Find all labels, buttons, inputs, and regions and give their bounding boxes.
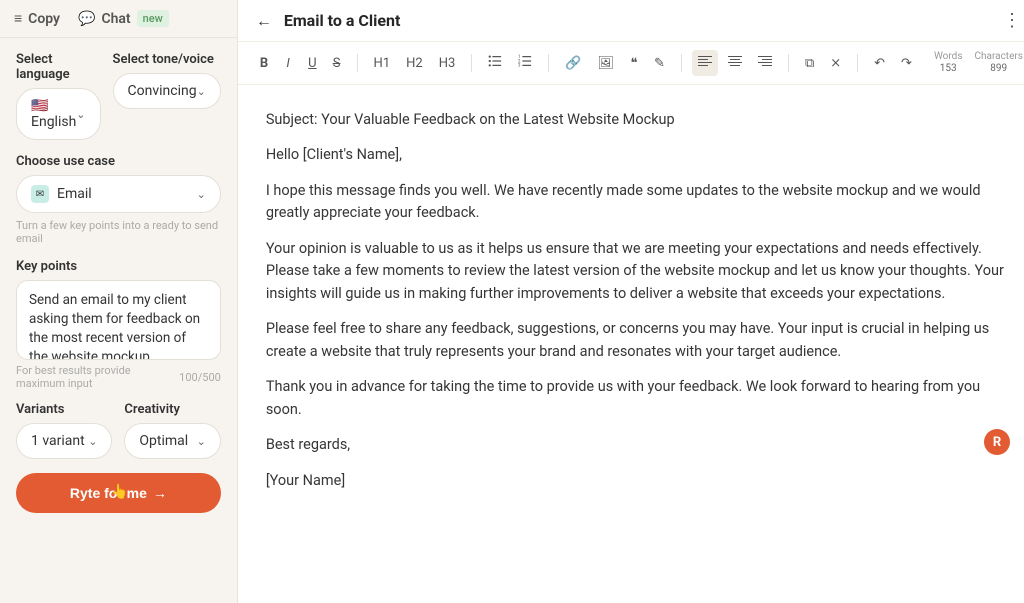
creativity-label: Creativity: [124, 402, 220, 417]
align-right-icon: [758, 54, 772, 68]
separator: [357, 54, 358, 72]
char-counter: Characters 899: [974, 51, 1022, 75]
link-button[interactable]: 🔗: [559, 52, 587, 75]
align-center-button[interactable]: [722, 50, 748, 76]
arrow-right-icon: →: [153, 485, 167, 501]
bold-button[interactable]: B: [254, 52, 274, 75]
bullet-list-button[interactable]: [482, 50, 508, 76]
code-block-button[interactable]: ⧉: [799, 52, 820, 75]
form-area: Select language 🇺🇸English ⌄ Select tone/…: [0, 38, 237, 603]
new-badge: new: [137, 10, 169, 27]
menu-icon: ≡: [14, 10, 22, 27]
ordered-list-button[interactable]: 123: [512, 50, 538, 76]
h1-button[interactable]: H1: [368, 52, 397, 75]
language-select[interactable]: 🇺🇸English ⌄: [16, 88, 101, 140]
words-label: Words: [934, 51, 963, 63]
bullet-list-icon: [488, 54, 502, 68]
h3-button[interactable]: H3: [433, 52, 462, 75]
tone-select[interactable]: Convincing ⌄: [113, 73, 221, 109]
editor-content[interactable]: Subject: Your Valuable Feedback on the L…: [238, 85, 1024, 603]
highlight-button[interactable]: ✎: [648, 52, 671, 75]
redo-button[interactable]: ↷: [895, 52, 918, 75]
chars-value: 899: [990, 63, 1007, 75]
paragraph: Subject: Your Valuable Feedback on the L…: [266, 109, 1011, 131]
keypoints-helper: For best results provide maximum input: [16, 364, 179, 390]
italic-button[interactable]: I: [278, 52, 298, 75]
paragraph: Thank you in advance for taking the time…: [266, 376, 1011, 421]
editor-toolbar: B I U S H1 H2 H3 123 🔗 🖼 ❝ ✎: [238, 42, 1024, 85]
separator: [857, 54, 858, 72]
usecase-helper: Turn a few key points into a ready to se…: [16, 219, 221, 245]
doc-title: Email to a Client: [284, 11, 991, 30]
language-value: English: [31, 114, 76, 130]
paragraph: [Your Name]: [266, 470, 1011, 492]
tone-label: Select tone/voice: [113, 52, 221, 67]
main: ← Email to a Client ⋮ B I U S H1 H2 H3 1…: [238, 0, 1024, 603]
image-button[interactable]: 🖼: [592, 52, 621, 75]
paragraph: Please feel free to share any feedback, …: [266, 318, 1011, 363]
separator: [681, 54, 682, 72]
align-left-icon: [698, 54, 712, 68]
chevron-down-icon: ⌄: [197, 188, 206, 201]
clear-format-button[interactable]: ⨯: [824, 52, 847, 75]
creativity-value: Optimal: [139, 433, 188, 449]
creativity-select[interactable]: Optimal ⌄: [124, 423, 220, 459]
tab-chat-label: Chat: [101, 11, 130, 27]
variants-value: 1 variant: [31, 433, 85, 449]
paragraph: Hello [Client's Name],: [266, 144, 1011, 166]
tone-value: Convincing: [128, 83, 197, 99]
align-center-icon: [728, 54, 742, 68]
word-counter: Words 153: [934, 51, 963, 75]
language-label: Select language: [16, 52, 101, 82]
words-value: 153: [940, 63, 957, 75]
separator: [548, 54, 549, 72]
more-menu[interactable]: ⋮: [1003, 10, 1021, 31]
sidebar: ≡ Copy 💬 Chat new Select language 🇺🇸Engl…: [0, 0, 238, 603]
back-button[interactable]: ←: [256, 11, 272, 31]
align-left-button[interactable]: [692, 50, 718, 76]
paragraph: I hope this message finds you well. We h…: [266, 180, 1011, 225]
cta-label: Ryte for me: [70, 485, 147, 501]
generate-button[interactable]: 👆 Ryte for me →: [16, 473, 221, 513]
chars-label: Characters: [974, 51, 1022, 63]
paragraph: Best regards,: [266, 434, 1011, 456]
chevron-down-icon: ⌄: [76, 108, 85, 121]
fab-button[interactable]: R: [984, 429, 1010, 455]
chevron-down-icon: ⌄: [88, 435, 97, 448]
align-right-button[interactable]: [752, 50, 778, 76]
pointer-cursor-icon: 👆: [111, 483, 128, 500]
strike-button[interactable]: S: [327, 52, 347, 75]
separator: [471, 54, 472, 72]
variants-label: Variants: [16, 402, 112, 417]
tab-chat[interactable]: 💬 Chat new: [78, 10, 169, 27]
main-header: ← Email to a Client ⋮: [238, 0, 1024, 42]
chat-icon: 💬: [78, 11, 95, 27]
usecase-select[interactable]: ✉ Email ⌄: [16, 175, 221, 213]
tab-bar: ≡ Copy 💬 Chat new: [0, 0, 237, 38]
paragraph: Your opinion is valuable to us as it hel…: [266, 238, 1011, 305]
undo-button[interactable]: ↶: [868, 52, 891, 75]
usecase-label: Choose use case: [16, 154, 221, 169]
separator: [788, 54, 789, 72]
tab-copy[interactable]: ≡ Copy: [14, 10, 60, 27]
email-icon: ✉: [31, 185, 49, 203]
tab-copy-label: Copy: [28, 11, 60, 27]
flag-icon: 🇺🇸: [31, 98, 48, 114]
svg-text:3: 3: [518, 64, 521, 68]
quote-button[interactable]: ❝: [624, 52, 644, 75]
keypoints-counter: 100/500: [179, 371, 221, 384]
keypoints-label: Key points: [16, 259, 221, 274]
usecase-value: Email: [57, 186, 92, 202]
variants-select[interactable]: 1 variant ⌄: [16, 423, 112, 459]
h2-button[interactable]: H2: [400, 52, 429, 75]
fab-label: R: [993, 435, 1001, 450]
ordered-list-icon: 123: [518, 54, 532, 68]
chevron-down-icon: ⌄: [197, 85, 206, 98]
underline-button[interactable]: U: [302, 52, 322, 75]
keypoints-input[interactable]: [16, 280, 221, 360]
chevron-down-icon: ⌄: [197, 435, 206, 448]
